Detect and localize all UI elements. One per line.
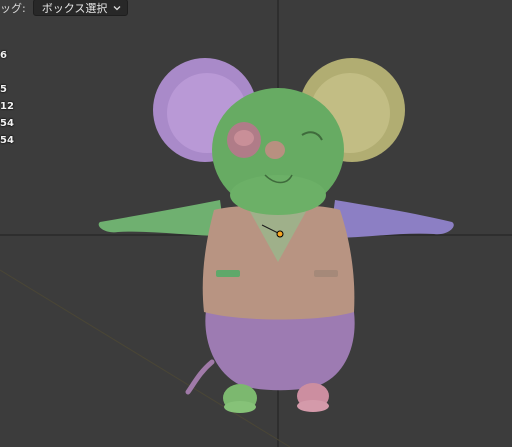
mouse-tail: [185, 359, 215, 395]
stat-line: 5: [0, 84, 7, 95]
mouse-head: [212, 88, 344, 215]
viewport-scene[interactable]: [0, 0, 512, 447]
select-mode-value: ボックス選択: [41, 1, 108, 15]
scene-statistics-overlay: 6 5 12 54 54: [0, 47, 14, 149]
select-mode-dropdown[interactable]: ボックス選択: [32, 0, 129, 16]
chevron-down-icon: [113, 5, 121, 10]
mouse-left-foot: [223, 384, 257, 413]
origin-dot-icon: [276, 230, 284, 238]
stat-line: [0, 64, 14, 81]
stat-line: 12: [0, 101, 14, 112]
vest-right-pocket: [314, 270, 338, 277]
mouse-left-arm: [98, 200, 225, 236]
stat-line: 6: [0, 50, 7, 61]
viewport-header: ッグ: ボックス選択: [0, 0, 129, 17]
stat-line: 54: [0, 118, 14, 129]
drag-mode-label: ッグ:: [0, 1, 26, 15]
stat-line: 54: [0, 135, 14, 146]
3d-viewport[interactable]: ッグ: ボックス選択 6 5 12 54 54: [0, 0, 512, 447]
mouse-right-arm: [330, 200, 454, 238]
vest-left-pocket: [216, 270, 240, 277]
mouse-right-foot: [297, 383, 329, 412]
